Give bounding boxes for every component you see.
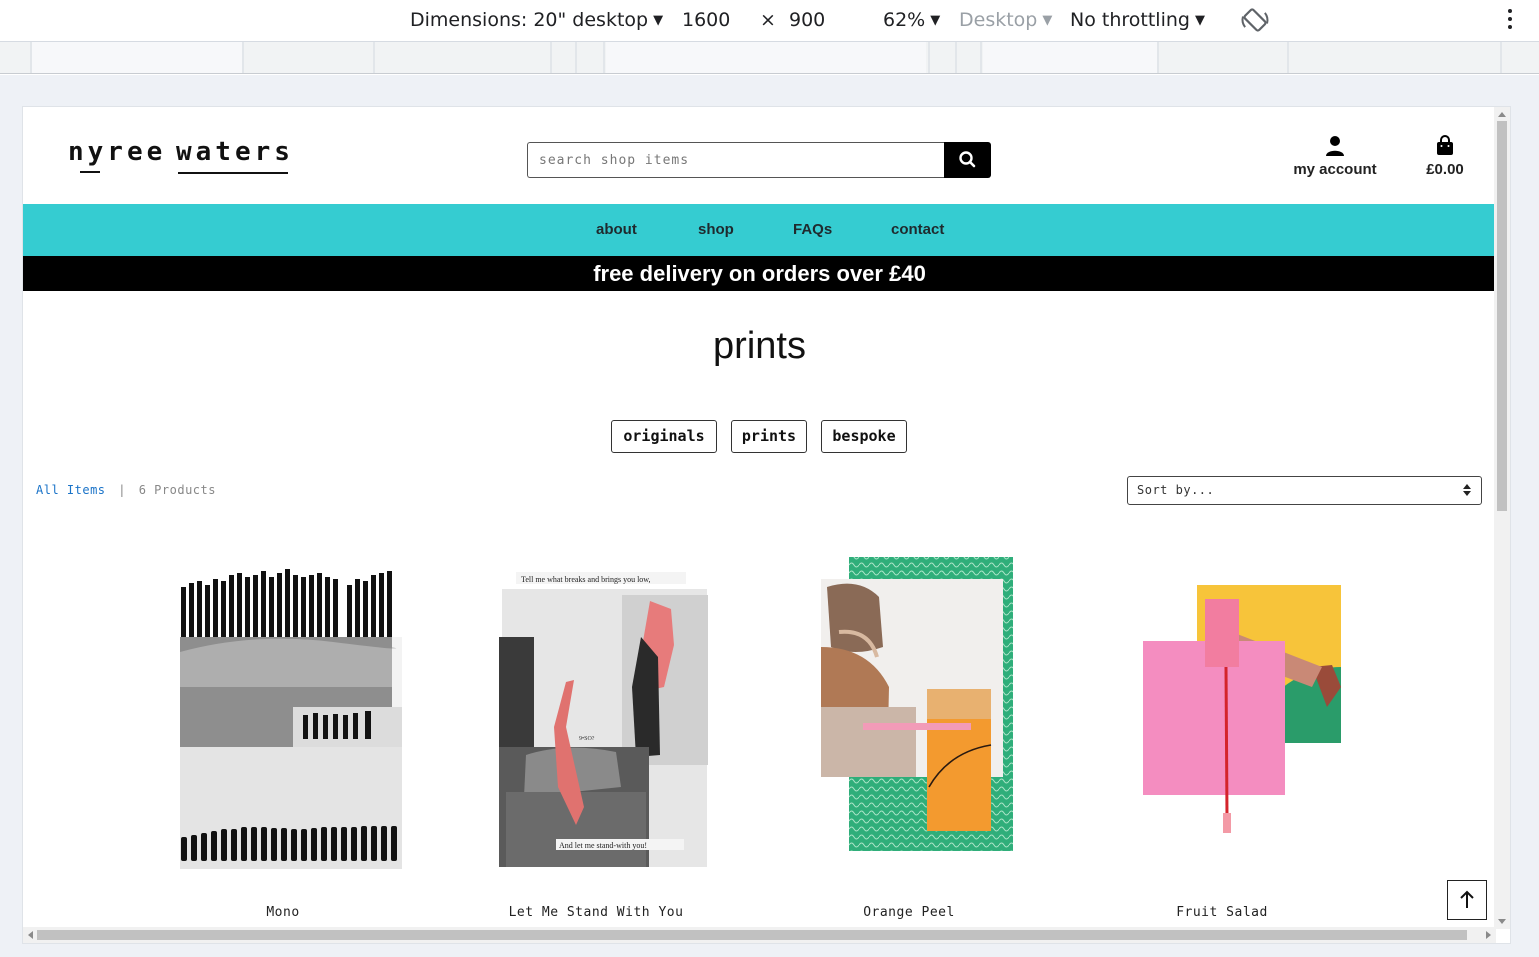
product-name[interactable]: Orange Peel	[759, 905, 1059, 920]
dimensions-dropdown[interactable]: Dimensions: 20" desktop ▼	[410, 9, 663, 31]
product-card[interactable]: Mono	[133, 527, 433, 927]
art-bottom-text: And let me stand-with you!	[559, 841, 647, 850]
sort-select[interactable]: Sort by...	[1127, 476, 1482, 505]
product-count: 6 Products	[138, 483, 216, 497]
arrow-up-icon	[1460, 890, 1474, 908]
art-top-text: Tell me what breaks and brings you low,	[521, 575, 651, 584]
kebab-menu-icon[interactable]	[1503, 9, 1517, 33]
category-originals[interactable]: originals	[611, 420, 717, 453]
back-to-top-button[interactable]	[1447, 880, 1487, 920]
main-nav: about shop FAQs contact	[23, 204, 1496, 256]
user-icon	[1285, 135, 1385, 159]
horizontal-scrollbar[interactable]	[23, 927, 1496, 943]
my-account-label: my account	[1293, 161, 1377, 178]
devtools-device-toolbar: Dimensions: 20" desktop ▼ 1600 × 900 62% ▼…	[0, 0, 1539, 42]
search-button[interactable]	[944, 142, 991, 178]
zoom-dropdown[interactable]: 62% ▼	[883, 9, 940, 31]
rotate-icon[interactable]	[1240, 5, 1270, 35]
art-small-text: 9•SO?	[579, 736, 595, 742]
dimensions-label: Dimensions: 20" desktop	[410, 9, 649, 31]
my-account-link[interactable]: my account	[1285, 135, 1385, 178]
zoom-label: 62%	[883, 9, 926, 31]
product-card[interactable]: Tell me what breaks and brings you low, …	[446, 527, 746, 927]
search-form	[527, 142, 991, 178]
logo-word-2: waters	[176, 137, 294, 167]
product-name[interactable]: Mono	[133, 905, 433, 920]
device-type-label: Desktop	[959, 9, 1038, 31]
logo-word-1: nyree	[68, 137, 167, 167]
height-input[interactable]: 900	[789, 9, 825, 31]
throttling-dropdown[interactable]: No throttling ▼	[1070, 9, 1205, 31]
width-input[interactable]: 1600	[682, 9, 730, 31]
site-logo[interactable]: nyree waters	[68, 137, 298, 179]
shopping-bag-icon	[1415, 135, 1475, 159]
chevron-down-icon: ▼	[1194, 13, 1205, 28]
page-title: prints	[713, 325, 806, 367]
category-bespoke[interactable]: bespoke	[821, 420, 907, 453]
product-name[interactable]: Fruit Salad	[1072, 905, 1372, 920]
nav-faqs[interactable]: FAQs	[793, 221, 832, 238]
nav-shop[interactable]: shop	[698, 221, 734, 238]
page-viewport: nyree waters my account £0.00 about shop…	[22, 106, 1511, 944]
chevron-down-icon: ▼	[1042, 13, 1053, 28]
vertical-scrollbar[interactable]	[1494, 107, 1510, 929]
search-icon	[959, 151, 976, 168]
nav-about[interactable]: about	[596, 221, 637, 238]
logo-underline	[178, 172, 288, 174]
product-card[interactable]: Orange Peel	[759, 527, 1059, 927]
chevron-down-icon: ▼	[930, 13, 941, 28]
breadcrumb-separator: |	[118, 483, 126, 497]
product-image[interactable]	[1072, 537, 1372, 877]
category-prints[interactable]: prints	[731, 420, 807, 453]
breadcrumb: All Items | 6 Products	[36, 483, 216, 497]
select-arrows-icon	[1463, 484, 1471, 498]
basket-total: £0.00	[1426, 161, 1464, 178]
device-type-dropdown[interactable]: Desktop ▼	[959, 9, 1052, 31]
search-input[interactable]	[527, 142, 945, 178]
basket-link[interactable]: £0.00	[1415, 135, 1475, 178]
product-grid: Mono Tell me what breaks and brings you …	[23, 527, 1496, 927]
promo-banner: free delivery on orders over £40	[23, 256, 1496, 291]
product-image[interactable]: Tell me what breaks and brings you low, …	[446, 537, 746, 877]
nav-contact[interactable]: contact	[891, 221, 944, 238]
product-image[interactable]	[133, 537, 433, 877]
sort-label: Sort by...	[1137, 483, 1215, 497]
times-symbol: ×	[760, 9, 776, 31]
chevron-down-icon: ▼	[653, 13, 664, 28]
media-query-ruler[interactable]	[0, 42, 1539, 74]
product-image[interactable]	[759, 537, 1059, 877]
throttling-label: No throttling	[1070, 9, 1190, 31]
product-card[interactable]: Fruit Salad	[1072, 527, 1372, 927]
all-items-link[interactable]: All Items	[36, 483, 106, 497]
logo-underline	[80, 171, 100, 173]
product-name[interactable]: Let Me Stand With You	[446, 905, 746, 920]
